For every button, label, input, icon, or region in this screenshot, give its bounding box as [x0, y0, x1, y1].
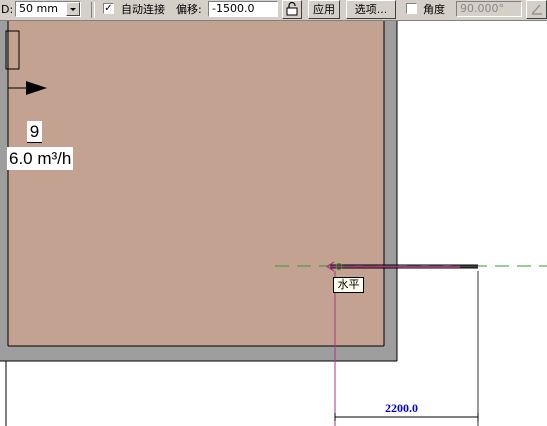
room-fill[interactable]: [8, 21, 384, 346]
checkmark-icon: ✓: [104, 3, 113, 14]
auto-connect-label: 自动连接: [121, 3, 165, 16]
angle-icon: [531, 4, 542, 15]
angle-step-button[interactable]: [526, 0, 547, 19]
angle-label: 角度: [423, 3, 445, 16]
room-flow-label: 6.0 m³/h: [7, 147, 74, 170]
drawing-canvas[interactable]: 9 6.0 m³/h 水平 2200.0: [0, 21, 547, 426]
size-label: D:: [1, 3, 14, 16]
angle-checkbox[interactable]: [406, 3, 417, 14]
offset-input[interactable]: -1500.0: [208, 1, 278, 17]
size-value: 50 mm: [19, 2, 58, 15]
dimension-value: 2200.0: [385, 401, 418, 415]
lock-icon: [286, 1, 298, 16]
toolbar-separator: [91, 2, 95, 18]
direction-tooltip: 水平: [333, 277, 364, 293]
floor-plan[interactable]: [0, 21, 547, 426]
offset-label: 偏移:: [176, 3, 202, 16]
apply-button[interactable]: 应用: [308, 0, 340, 19]
room-label-divider: [27, 142, 42, 143]
chevron-down-icon[interactable]: [66, 2, 80, 16]
toolbar: D: 50 mm ✓ 自动连接 偏移: -1500.0 应用 选项... 角度 …: [0, 0, 547, 21]
angle-input[interactable]: 90.000°: [456, 1, 522, 17]
options-button[interactable]: 选项...: [346, 0, 396, 19]
auto-connect-checkbox[interactable]: ✓: [103, 3, 114, 14]
room-number-label: 9: [27, 121, 42, 142]
lock-button[interactable]: [282, 0, 302, 19]
size-dropdown[interactable]: 50 mm: [15, 1, 81, 17]
